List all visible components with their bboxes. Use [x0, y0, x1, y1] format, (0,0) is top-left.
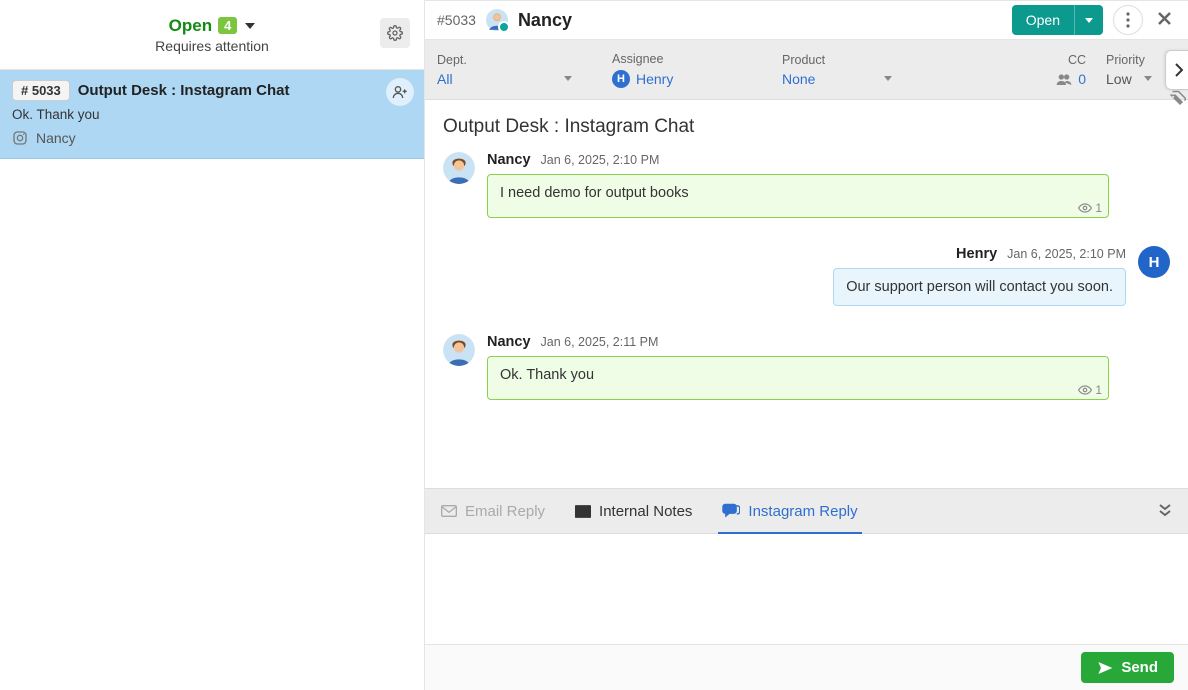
message-avatar: H — [1138, 246, 1170, 278]
assignee-field[interactable]: Assignee H Henry — [612, 40, 742, 99]
dept-value: All — [437, 71, 453, 87]
status-count-badge: 4 — [218, 17, 237, 34]
users-icon — [1056, 73, 1072, 85]
caret-down-icon — [1085, 18, 1093, 23]
status-dropdown-toggle[interactable] — [1074, 5, 1103, 35]
tab-label: Email Reply — [465, 503, 545, 520]
meta-bar: Dept. All Assignee H Henry Product None — [425, 40, 1188, 100]
tab-label: Internal Notes — [599, 503, 692, 520]
instagram-icon — [12, 130, 28, 146]
message-avatar — [443, 334, 475, 366]
tab-label: Instagram Reply — [748, 503, 857, 520]
more-actions-button[interactable] — [1113, 5, 1143, 35]
requester-avatar — [486, 9, 508, 31]
chevron-right-icon — [1173, 63, 1183, 77]
ticket-detail-panel: #5033 Nancy Open — [425, 0, 1188, 690]
close-icon — [1157, 11, 1172, 26]
chevrons-down-icon — [1158, 503, 1172, 517]
message-timestamp: Jan 6, 2025, 2:10 PM — [1007, 247, 1126, 261]
note-icon — [575, 505, 591, 518]
tab-internal-notes[interactable]: Internal Notes — [575, 489, 692, 533]
message-outgoing: Henry Jan 6, 2025, 2:10 PM Our support p… — [443, 246, 1170, 306]
requester-name: Nancy — [518, 10, 572, 31]
eye-icon — [1078, 385, 1092, 395]
message-text: Our support person will contact you soon… — [846, 279, 1113, 295]
seen-count: 1 — [1095, 383, 1102, 397]
tags-icon — [1168, 90, 1186, 108]
caret-down-icon — [884, 76, 892, 81]
message-bubble: Ok. Thank you 1 — [487, 356, 1109, 400]
assignee-label: Assignee — [612, 52, 742, 66]
priority-value: Low — [1106, 71, 1132, 87]
ticket-requester: Nancy — [36, 130, 76, 146]
product-field[interactable]: Product None — [782, 40, 892, 99]
settings-button[interactable] — [380, 18, 410, 48]
collapse-reply-button[interactable] — [1158, 503, 1172, 520]
status-button[interactable]: Open — [1012, 5, 1103, 35]
reply-tabs: Email Reply Internal Notes Instagram Rep… — [425, 488, 1188, 534]
caret-down-icon — [564, 76, 572, 81]
seen-indicator: 1 — [1078, 383, 1102, 397]
chat-icon — [722, 503, 740, 519]
tab-email-reply[interactable]: Email Reply — [441, 489, 545, 533]
status-button-label: Open — [1012, 12, 1074, 28]
send-icon — [1097, 660, 1113, 676]
ticket-list-header: Open 4 Requires attention — [0, 0, 424, 70]
product-label: Product — [782, 53, 892, 67]
close-button[interactable] — [1153, 9, 1176, 32]
dept-field[interactable]: Dept. All — [437, 40, 572, 99]
user-plus-icon — [392, 84, 408, 100]
message-author: Henry — [956, 246, 997, 262]
ticket-list-item[interactable]: # 5033 Output Desk : Instagram Chat Ok. … — [0, 70, 424, 159]
ticket-id: #5033 — [437, 12, 476, 28]
send-button[interactable]: Send — [1081, 652, 1174, 683]
ticket-list-panel: Open 4 Requires attention # 5033 Output … — [0, 0, 425, 690]
message-bubble: Our support person will contact you soon… — [833, 268, 1126, 306]
message-timestamp: Jan 6, 2025, 2:10 PM — [541, 153, 660, 167]
ticket-id-pill: # 5033 — [12, 80, 70, 101]
message-author: Nancy — [487, 152, 531, 168]
tags-button[interactable] — [1165, 85, 1188, 113]
conversation-title: Output Desk : Instagram Chat — [443, 116, 1170, 138]
message-text: I need demo for output books — [500, 185, 689, 201]
expand-sidebar-button[interactable] — [1165, 50, 1188, 90]
seen-count: 1 — [1095, 201, 1102, 215]
online-status-indicator — [498, 21, 510, 33]
caret-down-icon — [245, 23, 255, 29]
dept-label: Dept. — [437, 53, 572, 67]
cc-field[interactable]: CC 0 — [1036, 40, 1086, 99]
message-avatar — [443, 152, 475, 184]
kebab-icon — [1126, 12, 1130, 28]
ticket-snippet: Ok. Thank you — [12, 107, 412, 122]
message-timestamp: Jan 6, 2025, 2:11 PM — [541, 335, 659, 349]
assignee-avatar: H — [612, 70, 630, 88]
conversation-area: Output Desk : Instagram Chat Nancy Jan 6… — [425, 100, 1188, 488]
caret-down-icon — [1144, 76, 1152, 81]
envelope-icon — [441, 505, 457, 517]
send-bar: Send — [425, 644, 1188, 690]
message-incoming: Nancy Jan 6, 2025, 2:11 PM Ok. Thank you… — [443, 334, 1170, 400]
message-text: Ok. Thank you — [500, 367, 594, 383]
detail-header: #5033 Nancy Open — [425, 0, 1188, 40]
ticket-title: Output Desk : Instagram Chat — [78, 82, 290, 99]
product-value: None — [782, 71, 815, 87]
ticket-channel-row: Nancy — [12, 130, 412, 146]
gear-icon — [387, 25, 403, 41]
status-label: Open — [169, 16, 212, 36]
message-bubble: I need demo for output books 1 — [487, 174, 1109, 218]
send-label: Send — [1121, 659, 1158, 676]
cc-label: CC — [1036, 53, 1086, 67]
eye-icon — [1078, 203, 1092, 213]
message-incoming: Nancy Jan 6, 2025, 2:10 PM I need demo f… — [443, 152, 1170, 218]
assignee-value: Henry — [636, 71, 673, 87]
seen-indicator: 1 — [1078, 201, 1102, 215]
message-author: Nancy — [487, 334, 531, 350]
cc-count: 0 — [1078, 71, 1086, 87]
status-subheading: Requires attention — [155, 38, 269, 54]
tab-instagram-reply[interactable]: Instagram Reply — [722, 489, 857, 533]
compose-area[interactable] — [425, 534, 1188, 644]
assign-user-button[interactable] — [386, 78, 414, 106]
status-filter-dropdown[interactable]: Open 4 — [169, 16, 256, 36]
